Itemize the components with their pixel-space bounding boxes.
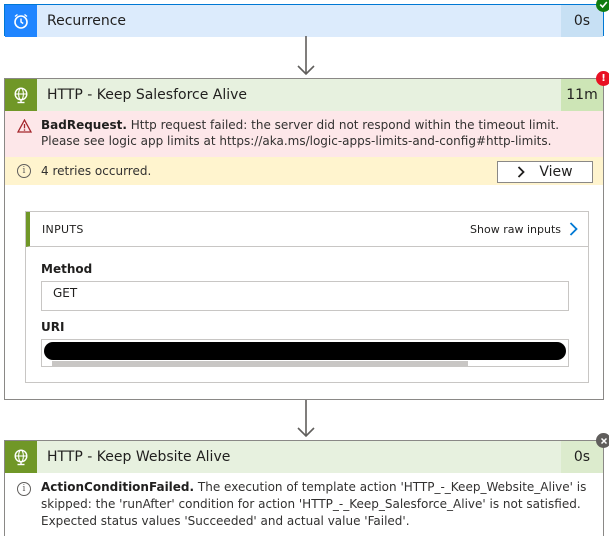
chevron-right-icon [518, 166, 526, 178]
view-button-label: View [539, 164, 573, 180]
website-step-header[interactable]: HTTP - Keep Website Alive 0s [5, 433, 609, 473]
show-raw-inputs-link[interactable]: Show raw inputs [470, 222, 578, 236]
method-label: Method [41, 262, 93, 276]
success-check-icon [596, 0, 609, 12]
info-icon: i [17, 482, 31, 496]
website-step-card[interactable]: HTTP - Keep Website Alive 0s i ActionCon… [4, 433, 609, 536]
flow-arrow-icon [297, 400, 315, 438]
step-title: Recurrence [47, 13, 127, 29]
error-code: BadRequest. [41, 118, 127, 132]
recurrence-step-card[interactable]: Recurrence 0s [4, 0, 609, 37]
inputs-header: INPUTS Show raw inputs [26, 212, 588, 247]
warning-icon [17, 119, 32, 133]
uri-value-field[interactable] [41, 339, 569, 367]
condition-message-bar: i ActionConditionFailed. The execution o… [5, 473, 603, 536]
alarm-clock-icon [5, 5, 37, 37]
redacted-uri [44, 342, 566, 360]
inputs-panel: INPUTS Show raw inputs Method GET URI [25, 211, 589, 383]
condition-code: ActionConditionFailed. [41, 480, 195, 494]
salesforce-step-header[interactable]: HTTP - Keep Salesforce Alive 11m ! [5, 71, 609, 111]
step-title: HTTP - Keep Website Alive [47, 449, 231, 465]
step-duration: 11m [561, 79, 603, 111]
step-duration: 0s [561, 5, 603, 37]
retries-text: 4 retries occurred. [41, 164, 152, 178]
globe-icon [5, 79, 37, 111]
flow-arrow-icon [297, 36, 315, 76]
method-value-field[interactable]: GET [41, 281, 569, 311]
chevron-right-icon [569, 222, 578, 236]
skipped-x-icon [596, 433, 609, 448]
error-message-bar: BadRequest. Http request failed: the ser… [5, 111, 603, 157]
error-exclamation-icon: ! [596, 71, 609, 86]
uri-horizontal-scrollbar[interactable] [52, 361, 468, 366]
recurrence-step-header[interactable]: Recurrence 0s [5, 0, 609, 37]
view-retries-button[interactable]: View [497, 161, 593, 183]
uri-label: URI [41, 320, 65, 334]
inputs-title: INPUTS [42, 222, 84, 236]
info-icon: i [17, 164, 31, 178]
globe-icon [5, 441, 37, 473]
retries-bar: i 4 retries occurred. View [5, 157, 603, 185]
salesforce-step-card[interactable]: HTTP - Keep Salesforce Alive 11m ! BadRe… [4, 71, 609, 400]
step-duration: 0s [561, 441, 603, 473]
step-title: HTTP - Keep Salesforce Alive [47, 87, 248, 103]
show-raw-inputs-label: Show raw inputs [470, 222, 561, 236]
